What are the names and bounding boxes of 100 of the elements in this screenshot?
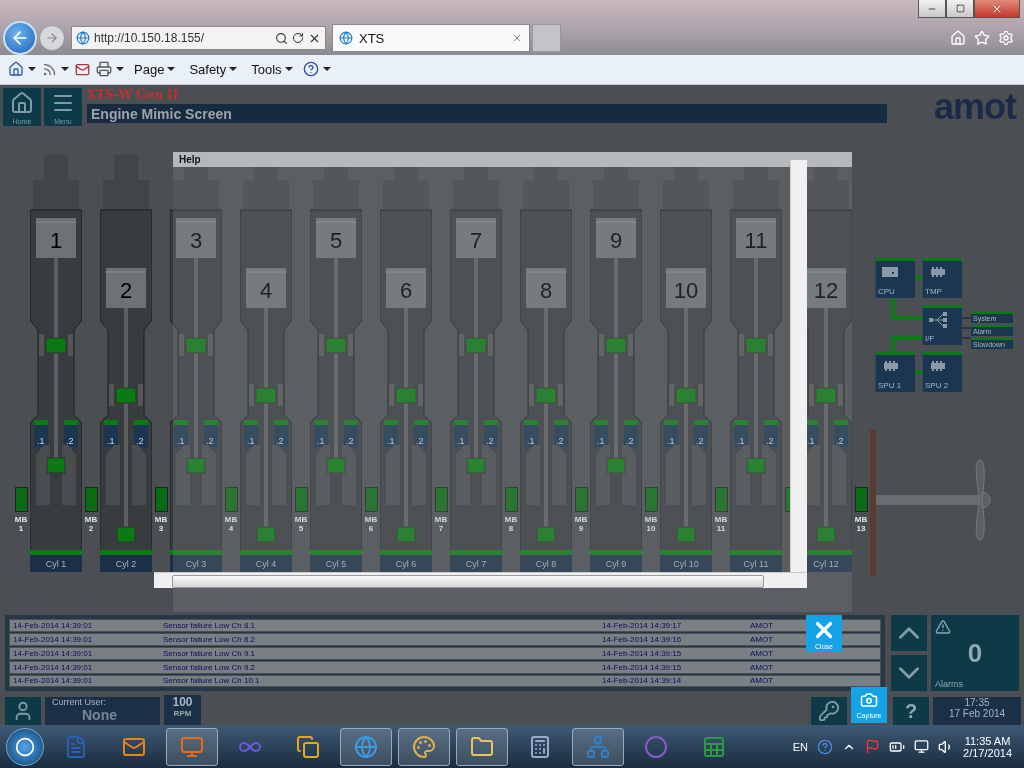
login-button[interactable]	[811, 697, 847, 726]
main-bearing-label: MB 4	[223, 515, 239, 534]
minimize-button[interactable]	[918, 0, 946, 18]
taskbar-button[interactable]	[456, 727, 508, 766]
chevron-up-icon	[899, 627, 919, 640]
vertical-scrollbar[interactable]	[790, 160, 807, 573]
taskbar-button[interactable]	[166, 727, 218, 766]
star-icon[interactable]	[974, 30, 990, 46]
cylinder-label: Cyl 2	[100, 555, 152, 573]
alarm-row[interactable]: 14-Feb-2014 14:39:01 Sensor failure Low Ch 9.2 14-Feb-2014 14:39:15 AMOT	[9, 660, 881, 674]
taskbar-button[interactable]	[572, 727, 624, 766]
alarm-message: Sensor failure Low Ch 8.2	[162, 635, 257, 644]
main-bearing-indicator	[154, 487, 168, 513]
palette-icon	[412, 734, 436, 759]
module-label: I/F	[925, 334, 935, 344]
close-icon[interactable]	[511, 32, 523, 44]
caret-icon	[61, 67, 69, 72]
language-indicator[interactable]: EN	[792, 740, 809, 753]
cylinder-label: Cyl 8	[520, 555, 572, 573]
scrollbar-thumb[interactable]	[172, 575, 764, 589]
main-bearing-label: MB 2	[83, 515, 99, 534]
main-bearing-indicator	[574, 487, 588, 513]
bearing-label: .2	[626, 436, 634, 447]
cylinder-number: 9	[609, 228, 623, 254]
alarm-time: 14-Feb-2014 14:39:16	[601, 635, 683, 644]
circle-icon	[644, 734, 668, 759]
caret-icon	[28, 67, 36, 72]
address-text: http://10.150.18.155/	[94, 31, 206, 45]
bearing-label: .2	[556, 436, 564, 447]
alarm-time: 14-Feb-2014 14:39:14	[601, 676, 683, 686]
cylinder-number: 6	[399, 278, 413, 304]
caret-icon	[167, 67, 176, 72]
mail-icon	[75, 61, 90, 77]
main-bearing-label: MB 6	[363, 515, 379, 534]
back-button[interactable]	[3, 21, 37, 55]
settings-icon[interactable]	[998, 30, 1014, 46]
help-button[interactable]	[302, 61, 331, 78]
maximize-icon	[955, 4, 965, 13]
globe-icon	[354, 734, 378, 759]
globe-icon	[339, 31, 353, 45]
cylinder-number: 10	[673, 278, 699, 304]
cylinder-number: 12	[813, 278, 839, 304]
warning-icon	[935, 619, 951, 636]
main-bearing-label: MB 1	[13, 515, 29, 534]
user-button[interactable]	[5, 697, 41, 726]
alarm-label: Alarms	[935, 679, 963, 690]
chevron-down-icon	[899, 667, 919, 680]
browser-tab[interactable]: XTS	[332, 24, 530, 52]
alarm-source: AMOT	[749, 621, 775, 631]
cylinder-label: Cyl 10	[660, 555, 712, 573]
caret-icon	[116, 67, 124, 72]
bearing-label: .1	[107, 436, 115, 447]
clock-date: 17 Feb 2014	[948, 708, 1006, 720]
network-hub-icon	[929, 312, 949, 329]
scroll-down-button[interactable]	[891, 655, 927, 692]
bearing-label: .2	[206, 436, 214, 447]
dialog-title: Help	[179, 154, 201, 166]
horizontal-scrollbar[interactable]	[154, 572, 807, 589]
alarm-row[interactable]: 14-Feb-2014 14:39:01 Sensor failure Low Ch 8.1 14-Feb-2014 14:39:17 AMOT	[9, 619, 881, 633]
alarm-row[interactable]: 14-Feb-2014 14:39:01 Sensor failure Low Ch 10.1 14-Feb-2014 14:39:14 AMOT	[9, 674, 881, 688]
scroll-up-button[interactable]	[891, 615, 927, 652]
help-icon[interactable]	[817, 738, 834, 755]
start-button[interactable]	[6, 727, 44, 766]
taskbar-button[interactable]	[340, 727, 392, 766]
print-button[interactable]	[96, 61, 124, 78]
home-button[interactable]	[8, 61, 36, 78]
bearing-label: .1	[597, 436, 605, 447]
flag-icon[interactable]	[865, 739, 881, 755]
caret-icon	[229, 67, 238, 72]
refresh-icon[interactable]	[292, 32, 304, 44]
cylinder-label: Cyl 6	[380, 555, 432, 573]
main-bearing-indicator	[224, 487, 238, 513]
bearing-label: .1	[457, 436, 465, 447]
alarm-count: 0	[967, 637, 983, 669]
bearing-label: .2	[766, 436, 774, 447]
address-field[interactable]: http://10.150.18.155/	[71, 26, 326, 50]
taskbar-clock[interactable]: 11:35 AM 2/17/2014	[963, 734, 1012, 759]
taskbar-button[interactable]	[398, 727, 450, 766]
alarm-time: 14-Feb-2014 14:39:17	[601, 621, 683, 631]
cylinder-number: 1	[49, 228, 63, 254]
mail-button[interactable]	[75, 61, 90, 77]
main-bearing-indicator	[364, 487, 378, 513]
caret-icon	[322, 67, 331, 72]
key-icon	[818, 700, 840, 723]
help-button[interactable]: ?	[893, 697, 929, 726]
alarm-source: AMOT	[749, 648, 775, 658]
main-bearing-label: MB 8	[503, 515, 519, 534]
menu-button[interactable]: Page	[130, 61, 180, 77]
module-label: TMP	[925, 287, 942, 297]
copy-icon	[296, 734, 320, 759]
main-bearing-label: MB 3	[153, 515, 169, 534]
home-icon[interactable]	[950, 30, 966, 46]
maximize-button[interactable]	[946, 0, 974, 18]
clock-time: 17:35	[964, 697, 990, 709]
menu-button[interactable]: Tools	[247, 61, 297, 77]
chip-icon	[929, 267, 947, 278]
search-icon[interactable]	[275, 31, 288, 45]
menu-button[interactable]: Safety	[185, 61, 242, 77]
close-window-button[interactable]	[974, 0, 1020, 18]
feeds-button[interactable]	[42, 61, 69, 77]
